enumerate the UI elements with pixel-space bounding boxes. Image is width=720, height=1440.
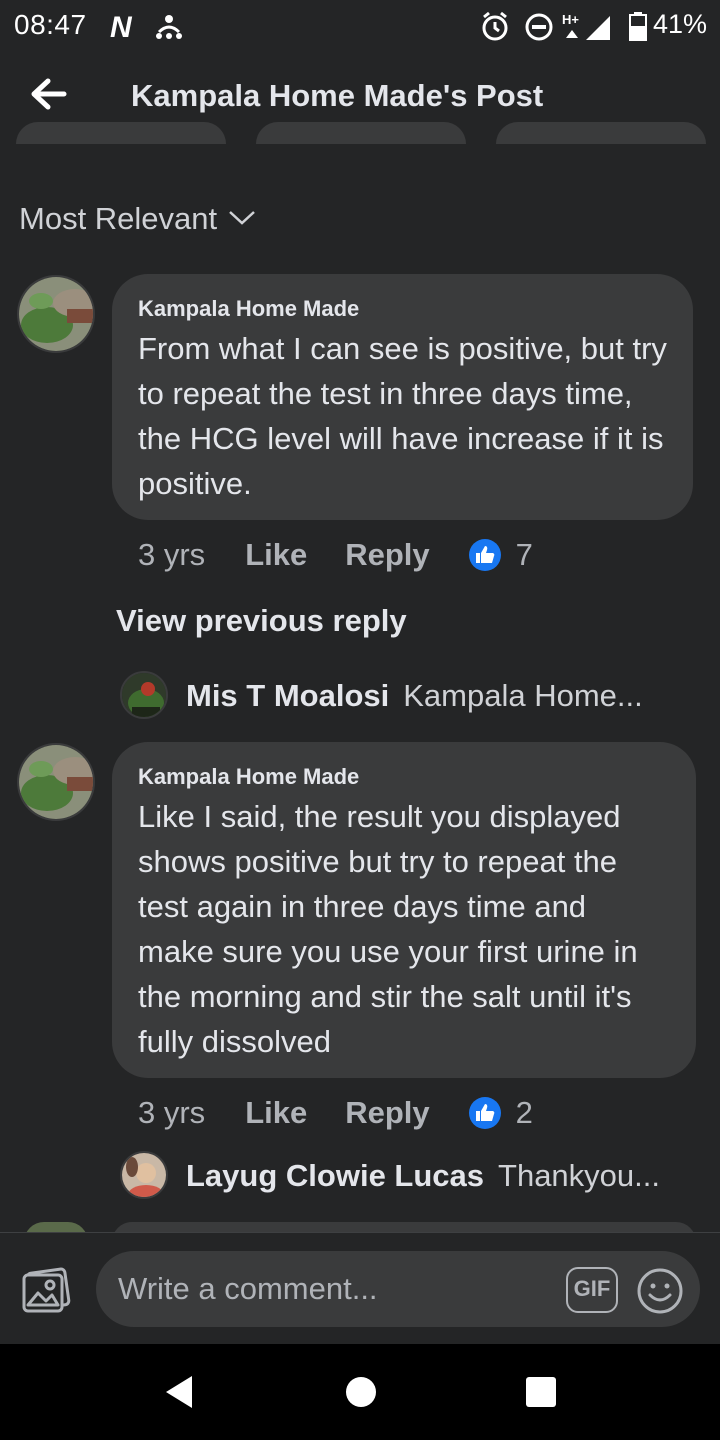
alarm-icon bbox=[480, 10, 510, 47]
reply-text: Kampala Home... bbox=[403, 678, 643, 713]
reply-preview[interactable]: Layug Clowie Lucas Thankyou... bbox=[186, 1150, 660, 1202]
avatar[interactable] bbox=[120, 671, 168, 719]
comment-actions: 3 yrs Like Reply 2 bbox=[138, 1093, 533, 1133]
comment-bubble: Kampala Home Made From what I can see is… bbox=[112, 274, 693, 520]
signal-icon: H+ bbox=[562, 10, 614, 47]
comment-age: 3 yrs bbox=[138, 537, 206, 572]
reply-author: Layug Clowie Lucas bbox=[186, 1158, 485, 1193]
page-title: Kampala Home Made's Post bbox=[131, 78, 544, 113]
comment-placeholder: Write a comment... bbox=[118, 1271, 378, 1306]
like-count[interactable]: 2 bbox=[516, 1095, 533, 1131]
reply-text: Thankyou... bbox=[498, 1158, 660, 1193]
view-previous-reply[interactable]: View previous reply bbox=[116, 603, 407, 639]
status-bar: 08:47 N H+ 41% bbox=[0, 0, 720, 52]
back-arrow-icon[interactable] bbox=[26, 74, 70, 114]
comment-age: 3 yrs bbox=[138, 1095, 206, 1130]
like-count[interactable]: 7 bbox=[516, 537, 533, 573]
recents-nav-icon[interactable] bbox=[524, 1374, 558, 1415]
reply-button[interactable]: Reply bbox=[345, 537, 429, 573]
emoji-icon[interactable] bbox=[636, 1267, 684, 1315]
status-time: 08:47 bbox=[14, 9, 87, 40]
comment-text: Like I said, the result you displayed sh… bbox=[138, 799, 638, 1059]
gif-button[interactable]: GIF bbox=[566, 1267, 618, 1313]
reply-author: Mis T Moalosi bbox=[186, 678, 390, 713]
comment-bubble: Kampala Home Made Like I said, the resul… bbox=[112, 742, 696, 1078]
svg-text:H+: H+ bbox=[562, 12, 579, 27]
comment-actions: 3 yrs Like Reply 7 bbox=[138, 535, 533, 575]
back-nav-icon[interactable] bbox=[162, 1374, 196, 1415]
app-notification-icon bbox=[153, 10, 185, 47]
home-nav-icon[interactable] bbox=[344, 1374, 378, 1415]
svg-text:N: N bbox=[110, 11, 133, 42]
comment-text: From what I can see is positive, but try… bbox=[138, 331, 667, 501]
reply-preview[interactable]: Mis T Moalosi Kampala Home... bbox=[186, 670, 643, 722]
chevron-down-icon bbox=[227, 207, 257, 232]
do-not-disturb-icon bbox=[524, 10, 554, 47]
like-button[interactable]: Like bbox=[245, 537, 307, 573]
thumbs-up-icon bbox=[468, 1096, 502, 1130]
battery-icon bbox=[628, 10, 648, 47]
sort-label: Most Relevant bbox=[19, 201, 218, 236]
photo-icon[interactable] bbox=[20, 1261, 74, 1315]
avatar[interactable] bbox=[17, 275, 95, 353]
navigation-bar bbox=[0, 1344, 720, 1440]
battery-percentage: 41% bbox=[653, 9, 708, 39]
netflix-notification-icon: N bbox=[108, 10, 144, 47]
header-divider bbox=[0, 144, 720, 168]
reply-button[interactable]: Reply bbox=[345, 1095, 429, 1131]
comment-composer: Write a comment... GIF bbox=[0, 1232, 720, 1344]
like-button[interactable]: Like bbox=[245, 1095, 307, 1131]
avatar[interactable] bbox=[120, 1151, 168, 1199]
sort-dropdown[interactable]: Most Relevant bbox=[19, 199, 257, 239]
avatar[interactable] bbox=[17, 743, 95, 821]
thumbs-up-icon bbox=[468, 538, 502, 572]
comment-author[interactable]: Kampala Home Made bbox=[138, 762, 670, 792]
comment-author[interactable]: Kampala Home Made bbox=[138, 294, 667, 324]
